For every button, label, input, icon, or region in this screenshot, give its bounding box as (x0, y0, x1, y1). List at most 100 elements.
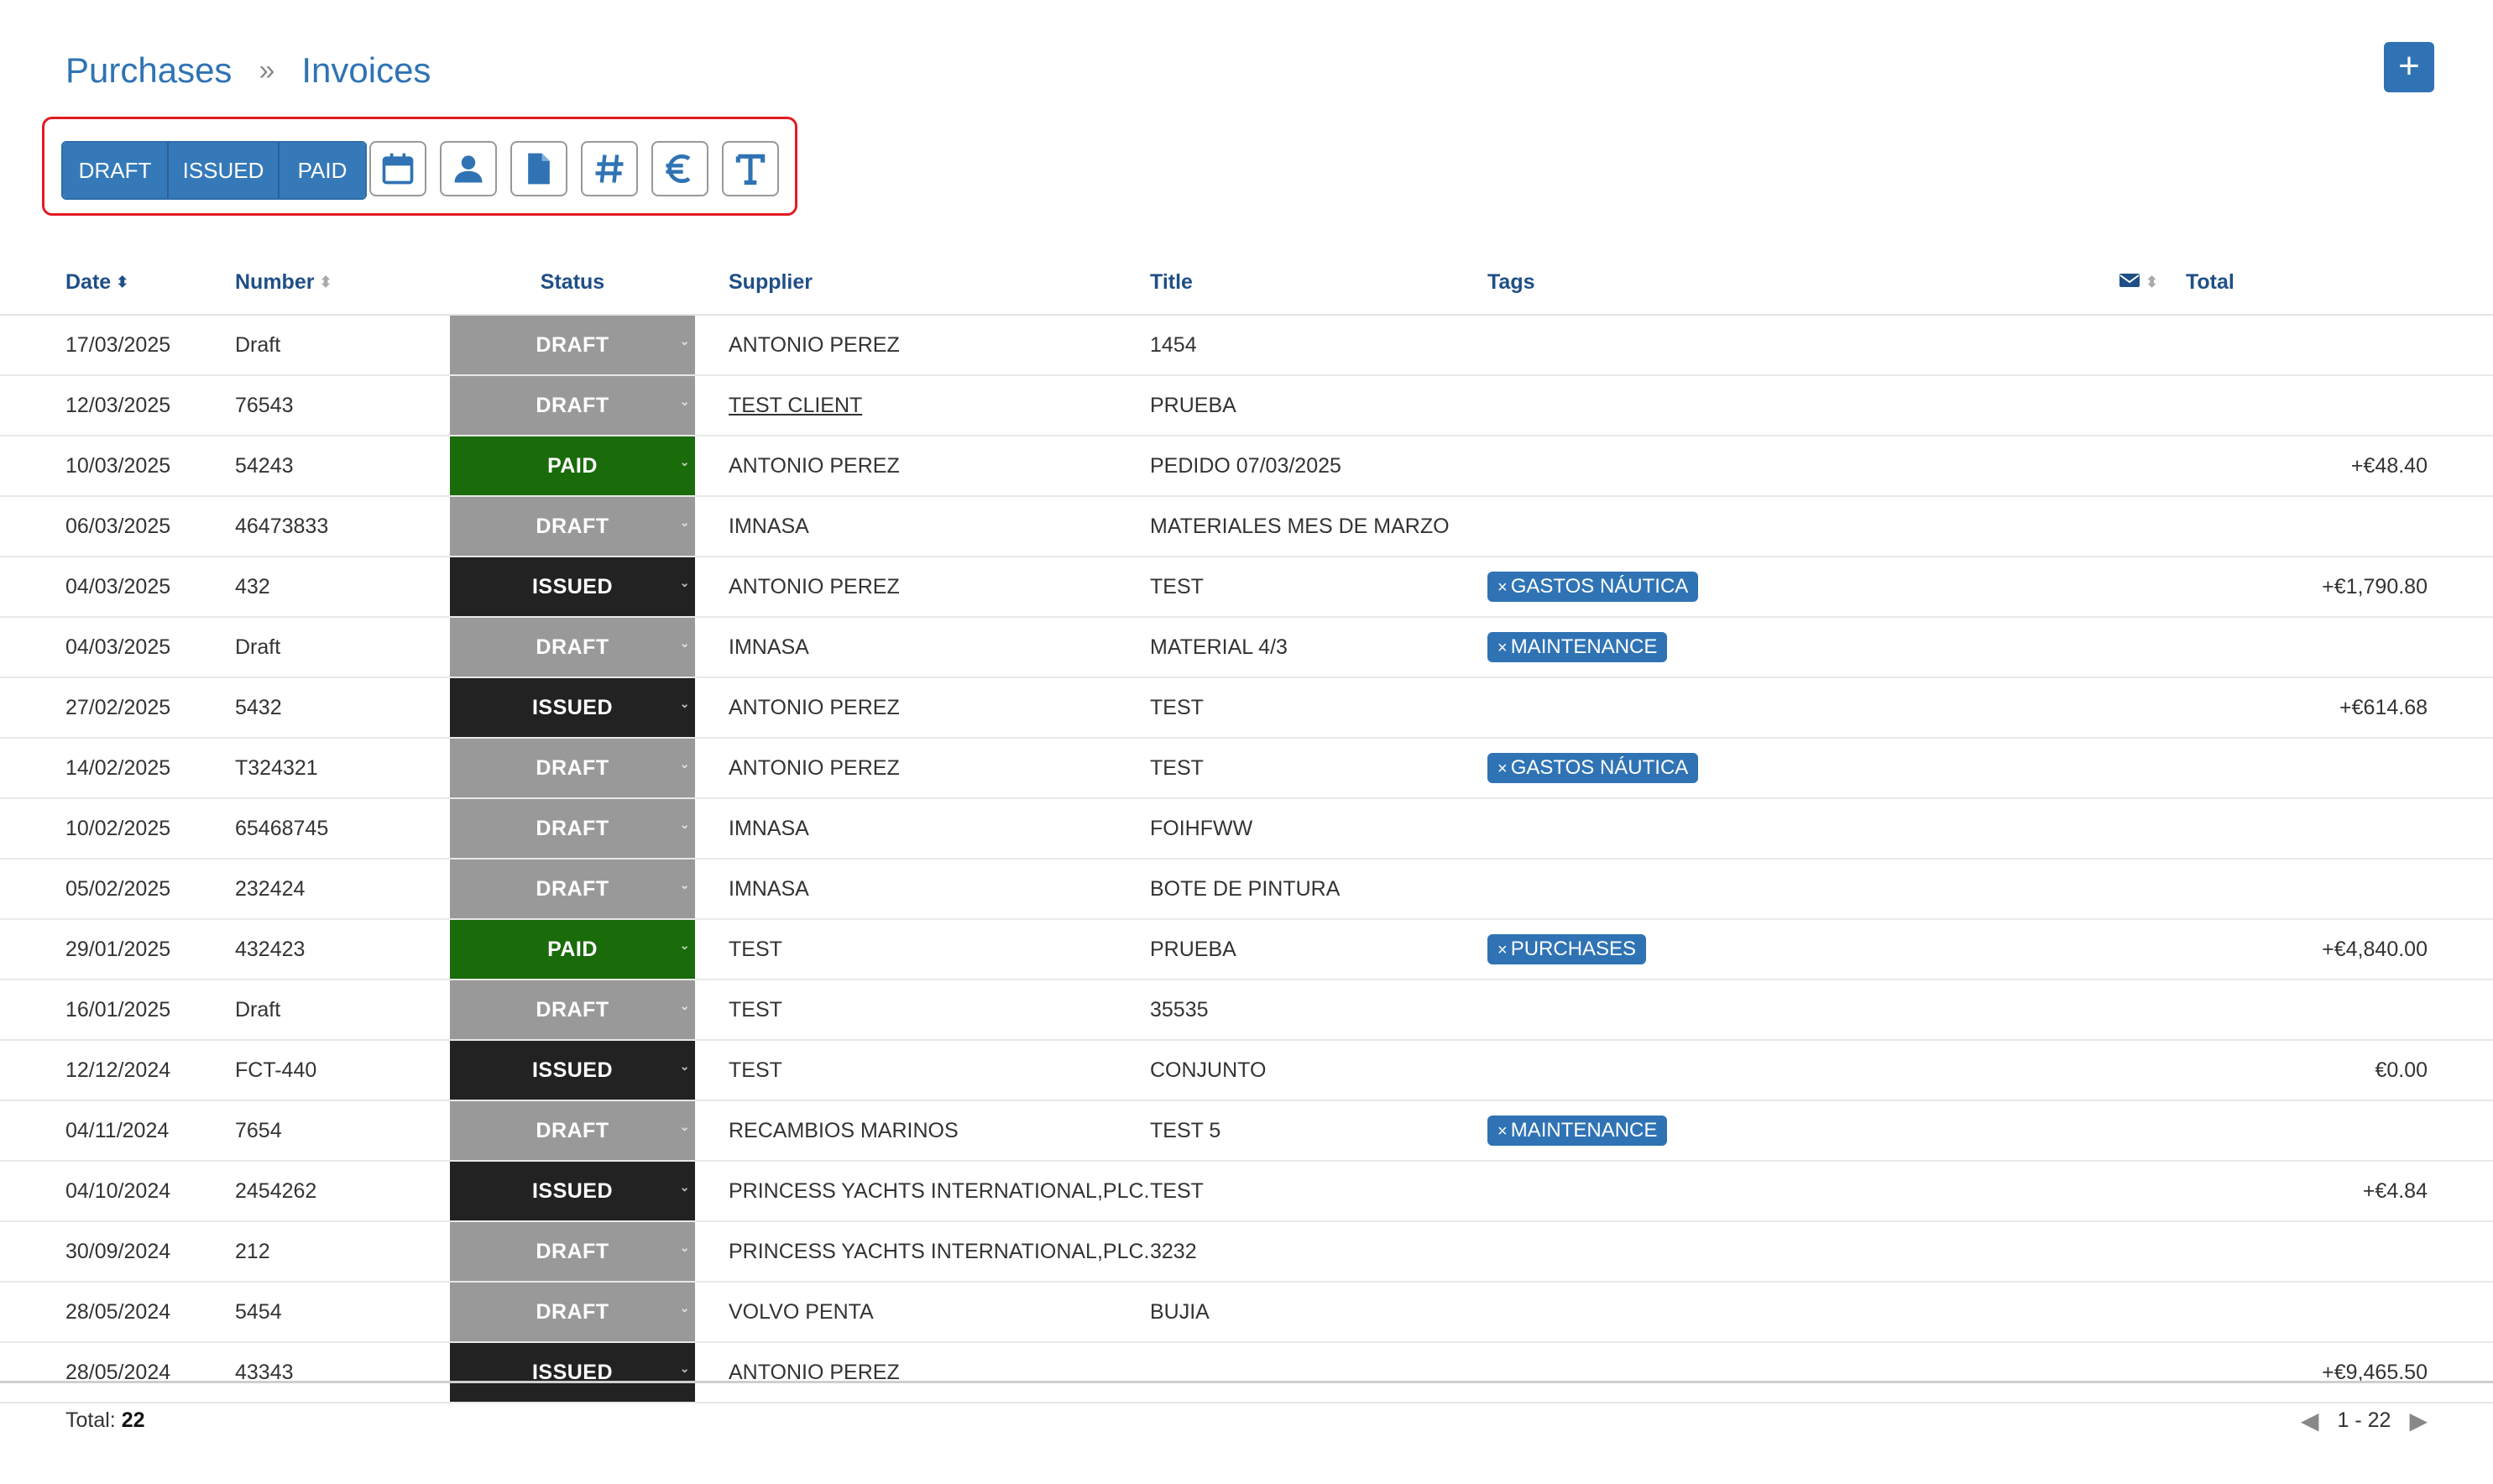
cell-spacer (695, 496, 729, 557)
table-row[interactable]: 04/03/2025 432 ISSUED ⌄ ANTONIO PEREZ TEST × GA… (0, 556, 2493, 618)
table-row[interactable]: 06/03/2025 46473833 DRAFT ⌄ IMNASA MATERIALES… (0, 496, 2493, 557)
status-select[interactable]: DRAFT ⌄ (450, 375, 695, 436)
status-select[interactable]: DRAFT ⌄ (450, 617, 695, 678)
remove-tag-icon[interactable]: × (1497, 578, 1508, 597)
table-row[interactable]: 12/12/2024 FCT-440 ISSUED ⌄ TEST CONJUNTO €0.0… (0, 1040, 2493, 1101)
calendar-icon (382, 153, 414, 185)
table-row[interactable]: 05/02/2025 232424 DRAFT ⌄ IMNASA BOTE DE PINT… (0, 859, 2493, 920)
table-row[interactable]: 10/02/2025 65468745 DRAFT ⌄ IMNASA FOIHFWW (0, 798, 2493, 860)
tag-badge[interactable]: × MAINTENANCE (1487, 632, 1668, 662)
status-select[interactable]: DRAFT ⌄ (450, 738, 695, 799)
table-row[interactable]: 16/01/2025 Draft DRAFT ⌄ TEST 35535 (0, 980, 2493, 1041)
status-select[interactable]: PAID ⌄ (450, 919, 695, 980)
date-filter-button[interactable] (369, 141, 426, 196)
cell-supplier: IMNASA (729, 859, 1150, 920)
table-row[interactable]: 27/02/2025 5432 ISSUED ⌄ ANTONIO PEREZ TEST +€… (0, 677, 2493, 739)
prev-page-icon[interactable]: ◀ (2301, 1407, 2319, 1434)
status-select[interactable]: DRAFT ⌄ (450, 1100, 695, 1162)
status-select[interactable]: DRAFT ⌄ (450, 859, 695, 920)
cell-total (2186, 1282, 2493, 1343)
column-supplier: Supplier (729, 250, 1150, 316)
status-select[interactable]: DRAFT ⌄ (450, 496, 695, 557)
page-range: 1 - 22 (2337, 1408, 2391, 1432)
filter-paid-button[interactable]: PAID (280, 143, 365, 198)
table-row[interactable]: 28/05/2024 5454 DRAFT ⌄ VOLVO PENTA BUJIA (0, 1282, 2493, 1343)
cell-date: 06/03/2025 (0, 496, 235, 557)
cell-date: 28/05/2024 (0, 1282, 235, 1343)
column-date[interactable]: Date ⬍ (0, 250, 235, 316)
cell-supplier: RECAMBIOS MARINOS (729, 1100, 1150, 1162)
remove-tag-icon[interactable]: × (1497, 941, 1508, 959)
column-number-label: Number (235, 269, 315, 294)
document-icon (528, 153, 550, 185)
breadcrumb-invoices[interactable]: Invoices (301, 50, 431, 91)
chevron-down-icon: ⌄ (679, 1241, 690, 1254)
remove-tag-icon[interactable]: × (1497, 639, 1508, 657)
table-row[interactable]: 14/02/2025 T324321 DRAFT ⌄ ANTONIO PEREZ TEST… (0, 738, 2493, 799)
status-label: ISSUED (531, 1058, 614, 1082)
cell-number: FCT-440 (235, 1040, 450, 1101)
status-select[interactable]: ISSUED ⌄ (450, 677, 695, 739)
table-row[interactable]: 12/03/2025 76543 DRAFT ⌄ TEST CLIENT PRUEBA (0, 375, 2493, 436)
filter-issued-button[interactable]: ISSUED (169, 143, 280, 198)
chevron-down-icon: ⌄ (679, 636, 690, 650)
cell-title: TEST (1150, 677, 1487, 739)
table-row[interactable]: 04/11/2024 7654 DRAFT ⌄ RECAMBIOS MARINOS TES… (0, 1100, 2493, 1162)
chevron-down-icon: ⌄ (679, 1301, 690, 1314)
filter-draft-button[interactable]: DRAFT (63, 143, 169, 198)
status-select[interactable]: DRAFT ⌄ (450, 1282, 695, 1343)
status-select[interactable]: DRAFT ⌄ (450, 315, 695, 376)
supplier-text: ANTONIO PEREZ (729, 332, 900, 357)
cell-tags (1487, 375, 2119, 436)
remove-tag-icon[interactable]: × (1497, 760, 1508, 778)
cell-mail (2119, 738, 2186, 799)
tag-label: GASTOS NÁUTICA (1510, 575, 1689, 598)
status-select[interactable]: DRAFT ⌄ (450, 980, 695, 1041)
cell-tags: × GASTOS NÁUTICA (1487, 738, 2119, 799)
breadcrumb-purchases[interactable]: Purchases (65, 50, 232, 91)
supplier-link[interactable]: TEST CLIENT (729, 394, 862, 417)
cell-date: 30/09/2024 (0, 1221, 235, 1283)
column-spacer (695, 250, 729, 316)
cell-total: +€48.40 (2186, 436, 2493, 497)
tag-badge[interactable]: × MAINTENANCE (1487, 1116, 1668, 1146)
tag-badge[interactable]: × GASTOS NÁUTICA (1487, 753, 1699, 783)
document-filter-button[interactable] (510, 141, 567, 196)
table-row[interactable]: 04/03/2025 Draft DRAFT ⌄ IMNASA MATERIAL 4/3 ×… (0, 617, 2493, 678)
cell-mail (2119, 798, 2186, 860)
cell-tags (1487, 496, 2119, 557)
table-row[interactable]: 29/01/2025 432423 PAID ⌄ TEST PRUEBA × PURCHASE… (0, 919, 2493, 980)
amount-filter-button[interactable] (651, 141, 708, 196)
remove-tag-icon[interactable]: × (1497, 1122, 1508, 1141)
column-mail[interactable]: ⬍ (2119, 250, 2186, 316)
status-label: DRAFT (536, 876, 609, 901)
cell-supplier: ANTONIO PEREZ (729, 556, 1150, 618)
cell-mail (2119, 1282, 2186, 1343)
table-row[interactable]: 10/03/2025 54243 PAID ⌄ ANTONIO PEREZ PEDIDO … (0, 436, 2493, 497)
table-row[interactable]: 04/10/2024 2454262 ISSUED ⌄ PRINCESS YACHTS … (0, 1161, 2493, 1222)
status-select[interactable]: ISSUED ⌄ (450, 1040, 695, 1101)
column-number[interactable]: Number ⬍ (235, 250, 450, 316)
cell-spacer (695, 738, 729, 799)
tag-badge[interactable]: × PURCHASES (1487, 934, 1647, 964)
table-row[interactable]: 30/09/2024 212 DRAFT ⌄ PRINCESS YACHTS INTER… (0, 1221, 2493, 1283)
add-invoice-button[interactable]: + (2384, 42, 2434, 92)
status-select[interactable]: ISSUED ⌄ (450, 1161, 695, 1222)
table-row[interactable]: 17/03/2025 Draft DRAFT ⌄ ANTONIO PEREZ 1454 (0, 315, 2493, 376)
cell-total (2186, 1100, 2493, 1162)
supplier-filter-button[interactable] (440, 141, 497, 196)
status-select[interactable]: PAID ⌄ (450, 436, 695, 497)
status-label: ISSUED (531, 1178, 614, 1203)
tag-badge[interactable]: × GASTOS NÁUTICA (1487, 572, 1699, 602)
next-page-icon[interactable]: ▶ (2409, 1407, 2428, 1434)
chevron-down-icon: ⌄ (679, 757, 690, 771)
status-select[interactable]: ISSUED ⌄ (450, 556, 695, 618)
status-select[interactable]: DRAFT ⌄ (450, 798, 695, 860)
status-select[interactable]: DRAFT ⌄ (450, 1221, 695, 1283)
status-label: ISSUED (531, 695, 614, 719)
chevron-down-icon: ⌄ (679, 334, 690, 347)
cell-spacer (695, 556, 729, 618)
number-filter-button[interactable] (581, 141, 638, 196)
text-filter-button[interactable] (722, 141, 779, 196)
cell-supplier: IMNASA (729, 798, 1150, 860)
